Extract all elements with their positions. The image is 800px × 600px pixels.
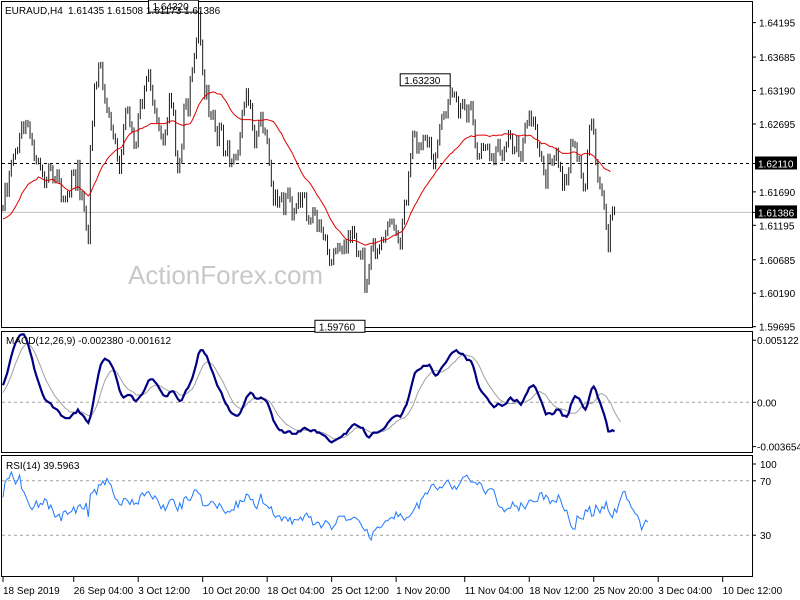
macd-tick-label: 0.005122 [757, 336, 799, 347]
annotation-label: 1.63230 [404, 76, 441, 87]
price-tick-label: 1.60190 [759, 289, 796, 300]
chart-canvas: ActionForex.com 1.643201.632301.597601.6… [1, 0, 800, 597]
rsi-title: RSI(14) 39.5963 [6, 461, 80, 472]
time-tick-label: 10 Dec 12:00 [723, 586, 783, 597]
time-tick-label: 18 Sep 2019 [3, 586, 60, 597]
time-tick-label: 11 Nov 04:00 [465, 586, 524, 597]
time-tick-label: 18 Oct 04:00 [267, 586, 325, 597]
ohlc-values: 1.61435 1.61508 1.61173 1.61386 [68, 6, 221, 17]
price-tick-label: 1.63685 [759, 53, 796, 64]
rsi-tick-label: 70 [760, 477, 772, 488]
price-tick-label: 1.61690 [759, 188, 796, 199]
price-tick-label: 1.59695 [759, 323, 796, 334]
symbol-label: EURAUD,H4 [5, 6, 63, 17]
price-tick-label: 1.64195 [759, 19, 796, 30]
time-tick-label: 18 Nov 12:00 [529, 586, 589, 597]
time-tick-label: 10 Oct 20:00 [203, 586, 261, 597]
time-tick-label: 25 Nov 20:00 [594, 586, 654, 597]
time-tick-label: 3 Oct 12:00 [138, 586, 190, 597]
price-tick-label: 1.62695 [759, 120, 796, 131]
price-panel-frame [1, 1, 753, 328]
watermark: ActionForex.com [128, 260, 323, 290]
macd-title: MACD(12,26,9) -0.002380 -0.001612 [6, 336, 172, 347]
annotation-label: 1.59760 [319, 322, 356, 333]
time-tick-label: 26 Sep 04:00 [74, 586, 134, 597]
time-tick-label: 1 Nov 20:00 [396, 586, 450, 597]
macd-tick-label: 0.00 [757, 398, 777, 409]
axis-marks: 18 Sep 2019 26 Sep 04:00 3 Oct 12:00 10 Oct… [2, 577, 783, 597]
rsi-tick-label: 100 [760, 460, 777, 471]
rsi-tick-label: 30 [760, 531, 772, 542]
price-tag-label: 1.62110 [758, 159, 794, 170]
price-tag-label: 1.61386 [758, 208, 795, 219]
time-tick-label: 3 Dec 04:00 [658, 586, 712, 597]
price-tick-label: 1.61195 [759, 221, 795, 232]
macd-panel-frame [1, 331, 753, 453]
price-tick-label: 1.63190 [759, 87, 796, 98]
rsi-panel-frame [1, 455, 753, 577]
time-tick-label: 25 Oct 12:00 [332, 586, 390, 597]
macd-tick-label: -0.003654 [757, 443, 800, 454]
price-tick-label: 1.60685 [759, 256, 796, 267]
